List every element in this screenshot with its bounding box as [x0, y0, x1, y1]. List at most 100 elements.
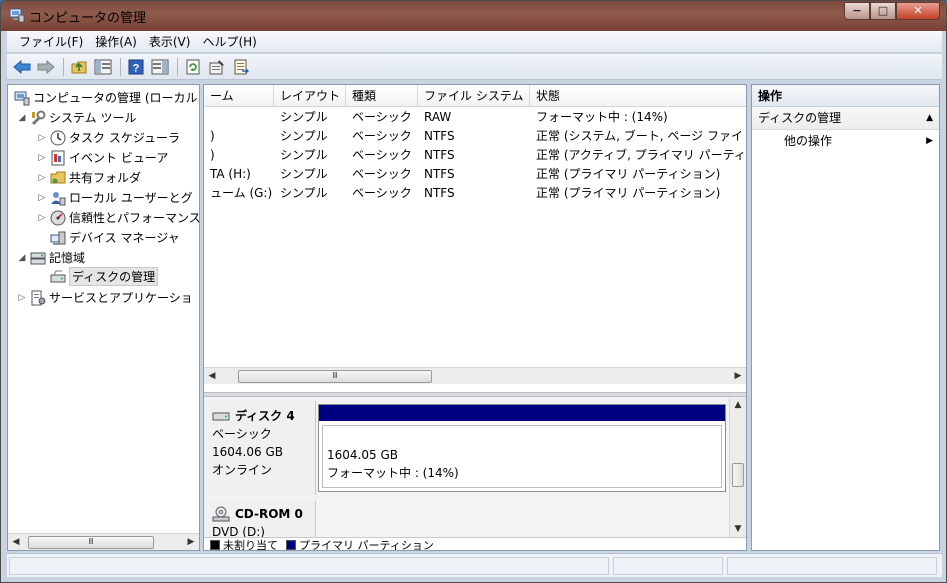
maximize-button[interactable]: □ — [870, 2, 896, 20]
cell-type: ベーシック — [352, 110, 412, 124]
legend-unallocated-label: 未割り当て — [223, 539, 278, 551]
volume-row[interactable]: ューム (G:) シンプル ベーシック NTFS 正常 (プライマリ パーティシ… — [204, 184, 746, 203]
help-button[interactable]: ? — [125, 57, 147, 77]
collapse-icon[interactable]: ◢ — [16, 253, 28, 263]
graphical-disk-view: ディスク 4 ベーシック 1604.06 GB オンライン 1604.05 GB… — [204, 397, 746, 537]
tree-label: ディスクの管理 — [69, 267, 159, 286]
collapse-icon[interactable]: ◢ — [16, 113, 28, 123]
tree-label: サービスとアプリケーショ — [49, 291, 193, 305]
disk-legend: 未割り当て プライマリ パーティション — [204, 537, 746, 551]
expand-icon[interactable]: ▷ — [36, 213, 48, 223]
scroll-right-arrow-icon[interactable]: ▶ — [183, 534, 199, 550]
scroll-left-arrow-icon[interactable]: ◀ — [8, 534, 24, 550]
forward-button[interactable] — [35, 57, 57, 77]
tree-item-services[interactable]: ▷ サービスとアプリケーショ — [16, 288, 193, 307]
show-hide-action-button[interactable] — [149, 57, 171, 77]
collapse-arrow-icon[interactable]: ▲ — [926, 107, 933, 130]
disk-management-pane: ーム レイアウト 種類 ファイル システム 状態 シンプル ベーシック RAW … — [203, 84, 747, 551]
forward-icon — [37, 59, 55, 74]
volume-row[interactable]: シンプル ベーシック RAW フォーマット中 : (14%) — [204, 108, 746, 127]
cell-volume — [204, 108, 274, 127]
minimize-button[interactable]: − — [844, 2, 870, 20]
disk-4-partition[interactable]: 1604.05 GB フォーマット中 : (14%) — [318, 404, 726, 492]
tree-item-storage[interactable]: ◢ 記憶域 — [16, 248, 85, 267]
volume-list-horizontal-scrollbar[interactable]: ◀ Ⅲ ▶ — [204, 367, 746, 384]
tree-item-task-scheduler[interactable]: ▷ タスク スケジューラ — [36, 128, 180, 147]
toolbar-separator — [63, 57, 64, 76]
export-list-icon — [234, 59, 249, 74]
close-button[interactable]: ✕ — [896, 2, 940, 20]
properties-icon — [209, 59, 224, 74]
volume-row[interactable]: ) シンプル ベーシック NTFS 正常 (アクティブ, プライマリ パーティ — [204, 146, 746, 165]
properties-button[interactable] — [206, 57, 228, 77]
tree-item-reliability[interactable]: ▷ 信頼性とパフォーマンス — [36, 208, 199, 227]
action-section-disk-management[interactable]: ディスクの管理 ▲ — [752, 107, 939, 130]
disk-name: CD-ROM 0 — [235, 507, 303, 521]
expand-icon[interactable]: ▷ — [36, 153, 48, 163]
action-more-actions[interactable]: 他の操作 ▶ — [752, 130, 939, 152]
users-icon — [51, 191, 66, 205]
tree-item-device-manager[interactable]: デバイス マネージャ — [48, 228, 180, 247]
column-file-system[interactable]: ファイル システム — [418, 85, 530, 107]
expand-icon[interactable]: ▷ — [16, 293, 28, 303]
tree-horizontal-scrollbar[interactable]: ◀ Ⅲ ▶ — [8, 533, 199, 550]
cell-file-system: NTFS — [424, 186, 455, 200]
tree-label: 共有フォルダ — [69, 171, 142, 185]
scroll-thumb[interactable]: Ⅲ — [28, 536, 154, 549]
cdrom-0-label[interactable]: CD-ROM 0 DVD (D:) — [204, 501, 316, 537]
column-volume[interactable]: ーム — [204, 85, 274, 107]
volume-row[interactable]: ) シンプル ベーシック NTFS 正常 (システム, ブート, ページ ファイ — [204, 127, 746, 146]
performance-icon — [50, 210, 66, 225]
volume-row[interactable]: TA (H:) シンプル ベーシック NTFS 正常 (プライマリ パーティショ… — [204, 165, 746, 184]
disk-drive-icon — [212, 412, 230, 421]
column-status[interactable]: 状態 — [530, 85, 746, 107]
toolbar: ? — [7, 54, 942, 80]
status-segment — [613, 557, 723, 575]
cell-file-system: NTFS — [424, 129, 455, 143]
column-type[interactable]: 種類 — [346, 85, 418, 107]
disk-4-label[interactable]: ディスク 4 ベーシック 1604.06 GB オンライン — [204, 401, 316, 495]
scroll-thumb[interactable] — [732, 463, 744, 487]
scroll-down-arrow-icon[interactable]: ▼ — [730, 521, 746, 537]
back-button[interactable] — [11, 57, 33, 77]
scroll-up-arrow-icon[interactable]: ▲ — [730, 397, 746, 413]
legend-unallocated-swatch — [210, 540, 220, 550]
show-hide-tree-button[interactable] — [92, 57, 114, 77]
expand-icon[interactable]: ▷ — [36, 193, 48, 203]
cell-layout: シンプル — [280, 186, 328, 200]
toolbar-separator — [177, 57, 178, 76]
computer-management-window: コンピュータの管理 − □ ✕ ファイル(F) 操作(A) 表示(V) ヘルプ(… — [0, 0, 947, 583]
status-segment — [9, 557, 609, 575]
cell-volume: ) — [210, 129, 215, 143]
column-layout[interactable]: レイアウト — [274, 85, 346, 107]
tree-item-event-viewer[interactable]: ▷ イベント ビューア — [36, 148, 168, 167]
tree-item-root[interactable]: コンピュータの管理 (ローカル — [12, 88, 198, 107]
tree-item-system-tools[interactable]: ◢ システム ツール — [16, 108, 136, 127]
event-viewer-icon — [51, 150, 65, 165]
title-bar[interactable]: コンピュータの管理 − □ ✕ — [1, 1, 946, 31]
menu-action[interactable]: 操作(A) — [91, 33, 145, 50]
tree-item-local-users[interactable]: ▷ ローカル ユーザーとグ — [36, 188, 193, 207]
disk-view-vertical-scrollbar[interactable]: ▲ ▼ — [729, 397, 746, 537]
refresh-button[interactable] — [182, 57, 204, 77]
up-folder-button[interactable] — [68, 57, 90, 77]
tree-item-disk-management[interactable]: ディスクの管理 — [48, 267, 159, 286]
menu-view[interactable]: 表示(V) — [145, 33, 199, 50]
scroll-right-arrow-icon[interactable]: ▶ — [730, 368, 746, 384]
cell-type: ベーシック — [352, 129, 412, 143]
menu-help[interactable]: ヘルプ(H) — [198, 33, 264, 50]
export-list-button[interactable] — [230, 57, 252, 77]
partition-details: 1604.05 GB フォーマット中 : (14%) — [322, 425, 722, 488]
menu-file[interactable]: ファイル(F) — [15, 33, 91, 50]
device-manager-icon — [50, 231, 66, 245]
scroll-left-arrow-icon[interactable]: ◀ — [204, 368, 220, 384]
partition-status: フォーマット中 : (14%) — [327, 466, 459, 480]
tree-item-shared-folders[interactable]: ▷ 共有フォルダ — [36, 168, 141, 187]
show-hide-action-icon — [151, 59, 169, 74]
cell-layout: シンプル — [280, 167, 328, 181]
expand-icon[interactable]: ▷ — [36, 133, 48, 143]
console-tree[interactable]: コンピュータの管理 (ローカル ◢ システム ツール ▷ タスク スケジューラ … — [7, 84, 200, 551]
scroll-thumb[interactable]: Ⅲ — [238, 370, 432, 383]
disk-name: ディスク 4 — [235, 409, 295, 423]
expand-icon[interactable]: ▷ — [36, 173, 48, 183]
